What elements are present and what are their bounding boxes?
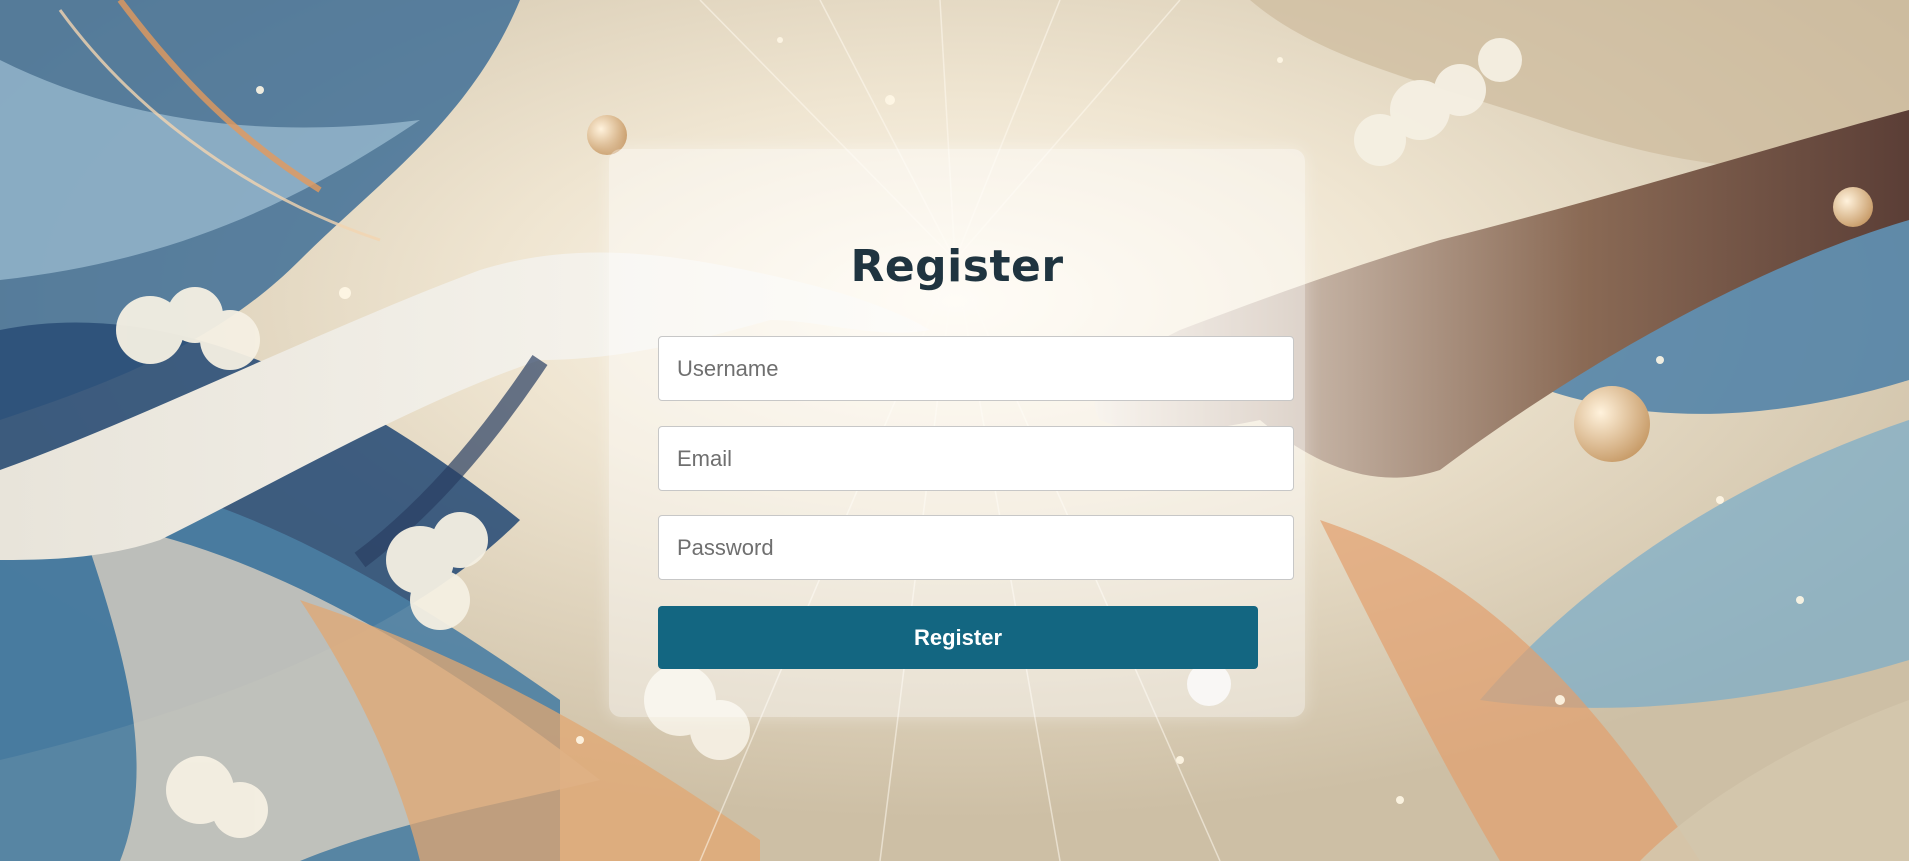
register-card: Register Register [609, 149, 1305, 717]
password-input[interactable] [658, 515, 1294, 580]
username-input[interactable] [658, 336, 1294, 401]
register-page: Register Register [0, 0, 1909, 861]
register-button[interactable]: Register [658, 606, 1258, 669]
email-input[interactable] [658, 426, 1294, 491]
page-title: Register [850, 241, 1064, 292]
